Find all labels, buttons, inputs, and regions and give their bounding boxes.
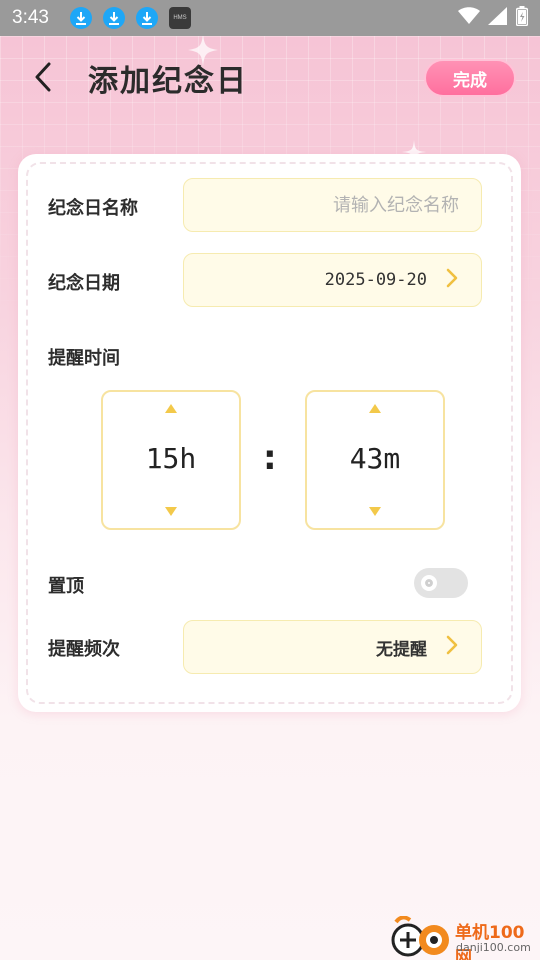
hour-value: 15h xyxy=(145,442,197,475)
status-time: 3:43 xyxy=(12,7,49,28)
name-input[interactable] xyxy=(184,194,459,216)
back-button[interactable] xyxy=(26,60,60,98)
chevron-right-icon xyxy=(445,635,459,660)
date-label: 纪念日期 xyxy=(48,273,120,294)
chevron-right-icon xyxy=(445,268,459,293)
header: 添加纪念日 完成 xyxy=(0,36,540,122)
toggle-knob xyxy=(421,575,437,591)
wifi-icon xyxy=(458,7,480,29)
download-icon xyxy=(69,7,92,29)
time-separator: : xyxy=(263,438,277,478)
pin-top-toggle[interactable] xyxy=(414,568,468,598)
name-field xyxy=(183,178,482,232)
watermark: 单机100网 danji100.com xyxy=(388,915,538,960)
battery-icon xyxy=(515,6,529,30)
date-picker[interactable]: 2025-09-20 xyxy=(183,253,482,307)
signal-icon xyxy=(488,7,508,29)
status-bar: 3:43 HMS xyxy=(0,0,540,36)
minute-decrement-icon[interactable] xyxy=(369,507,381,516)
status-indicators xyxy=(458,6,529,30)
done-button[interactable]: 完成 xyxy=(424,59,516,97)
frequency-picker[interactable]: 无提醒 xyxy=(183,620,482,674)
minute-increment-icon[interactable] xyxy=(369,404,381,413)
minute-value: 43m xyxy=(349,442,401,475)
hour-increment-icon[interactable] xyxy=(165,404,177,413)
download-icon xyxy=(135,7,158,29)
name-label: 纪念日名称 xyxy=(48,198,138,219)
chevron-left-icon xyxy=(34,62,52,96)
page-title: 添加纪念日 xyxy=(88,64,248,99)
frequency-value: 无提醒 xyxy=(376,639,427,660)
date-value: 2025-09-20 xyxy=(324,270,427,290)
pin-top-label: 置顶 xyxy=(48,576,84,597)
hour-decrement-icon[interactable] xyxy=(165,507,177,516)
form-card: 纪念日名称 纪念日期 2025-09-20 提醒时间 15h : 43m 置顶 … xyxy=(18,154,521,712)
reminder-time-label: 提醒时间 xyxy=(48,348,120,369)
download-icon xyxy=(102,7,125,29)
watermark-logo-icon xyxy=(388,915,452,958)
minute-picker[interactable]: 43m xyxy=(305,390,445,530)
frequency-label: 提醒频次 xyxy=(48,639,120,660)
watermark-subtitle: danji100.com xyxy=(456,941,531,954)
hms-icon: HMS xyxy=(168,7,191,29)
hour-picker[interactable]: 15h xyxy=(101,390,241,530)
